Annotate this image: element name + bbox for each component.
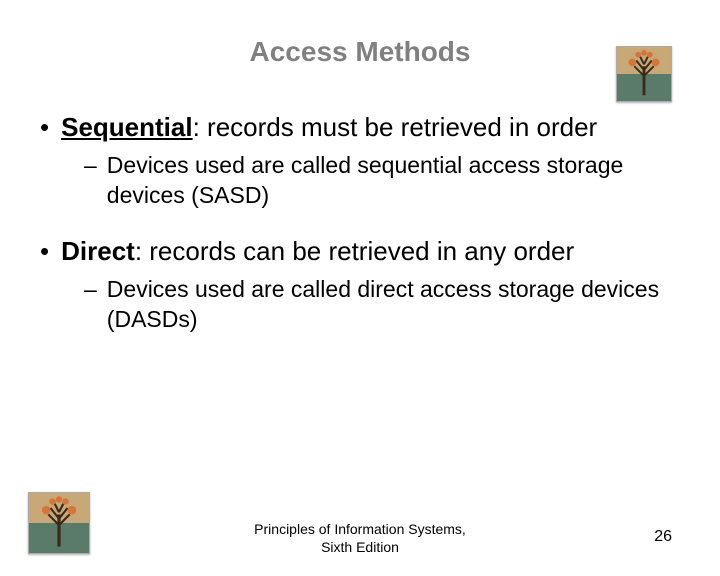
slide-content: • Sequential: records must be retrieved …: [0, 110, 720, 334]
sub-bullet-item: – Devices used are called sequential acc…: [84, 150, 680, 210]
bullet-item: • Sequential: records must be retrieved …: [40, 110, 680, 144]
bullet-marker: •: [40, 234, 49, 268]
sub-bullet-marker: –: [84, 150, 97, 210]
bullet-marker: •: [40, 110, 49, 144]
footer-text: Principles of Information Systems, Sixth…: [0, 520, 720, 556]
bullet-item: • Direct: records can be retrieved in an…: [40, 234, 680, 268]
bullet-text: Sequential: records must be retrieved in…: [61, 110, 597, 144]
sub-bullet-text: Devices used are called direct access st…: [107, 274, 680, 334]
bullet-text: Direct: records can be retrieved in any …: [61, 234, 574, 268]
slide-title: Access Methods: [0, 36, 720, 68]
sub-bullet-text: Devices used are called sequential acces…: [107, 150, 680, 210]
page-number: 26: [654, 528, 672, 546]
logo-top: [616, 46, 672, 102]
sub-bullet-marker: –: [84, 274, 97, 334]
sub-bullet-item: – Devices used are called direct access …: [84, 274, 680, 334]
